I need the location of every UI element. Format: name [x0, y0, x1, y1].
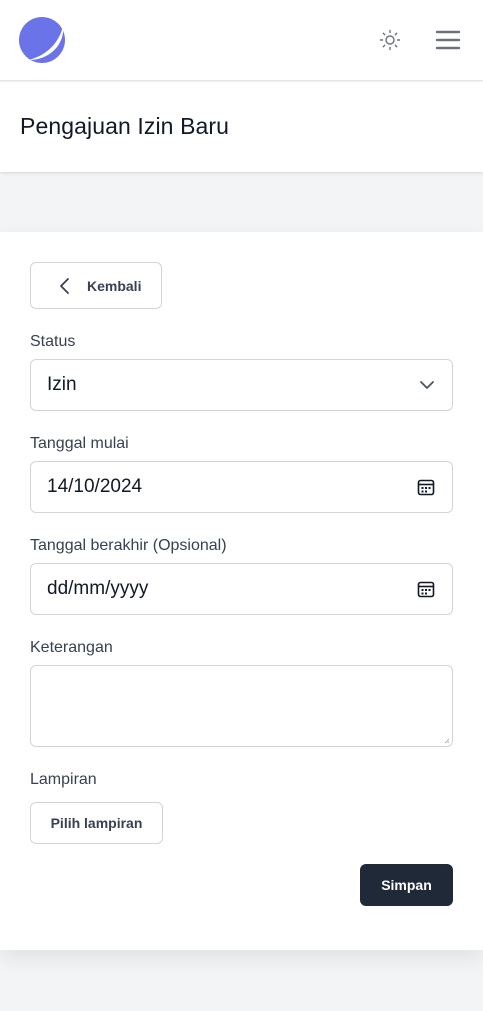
calendar-icon	[417, 479, 435, 496]
end-date-picker-button[interactable]	[417, 580, 435, 598]
menu-button[interactable]	[434, 27, 462, 53]
status-select-value: Izin	[47, 374, 77, 395]
start-date-input[interactable]: 14/10/2024	[30, 461, 453, 513]
notes-textarea[interactable]	[30, 665, 453, 747]
status-label: Status	[30, 333, 76, 350]
end-date-input[interactable]: dd/mm/yyyy	[30, 563, 453, 615]
back-button-label: Kembali	[87, 277, 142, 294]
page-header: Pengajuan Izin Baru	[0, 82, 483, 172]
form-card: Kembali Status Izin Tanggal mulai 14/10/…	[0, 232, 483, 950]
hamburger-icon	[435, 30, 461, 50]
end-date-label: Tanggal berakhir (Opsional)	[30, 537, 227, 554]
sun-icon	[379, 29, 401, 51]
save-button[interactable]: Simpan	[360, 864, 453, 906]
logo-icon[interactable]	[19, 17, 65, 63]
chevron-down-icon	[420, 381, 434, 389]
resize-grip-icon[interactable]	[444, 738, 450, 744]
choose-attachment-button[interactable]: Pilih lampiran	[30, 802, 163, 844]
attachment-label: Lampiran	[30, 771, 97, 788]
chevron-left-icon	[60, 277, 69, 294]
start-date-label: Tanggal mulai	[30, 435, 129, 452]
status-select[interactable]: Izin	[30, 359, 453, 411]
notes-label: Keterangan	[30, 639, 113, 656]
top-navbar	[0, 0, 483, 81]
start-date-value: 14/10/2024	[47, 476, 143, 497]
end-date-placeholder: dd/mm/yyyy	[47, 578, 149, 599]
page-title: Pengajuan Izin Baru	[20, 113, 230, 139]
calendar-icon	[417, 581, 435, 598]
back-button[interactable]: Kembali	[30, 262, 162, 309]
start-date-picker-button[interactable]	[417, 478, 435, 496]
theme-toggle-button[interactable]	[376, 26, 404, 54]
